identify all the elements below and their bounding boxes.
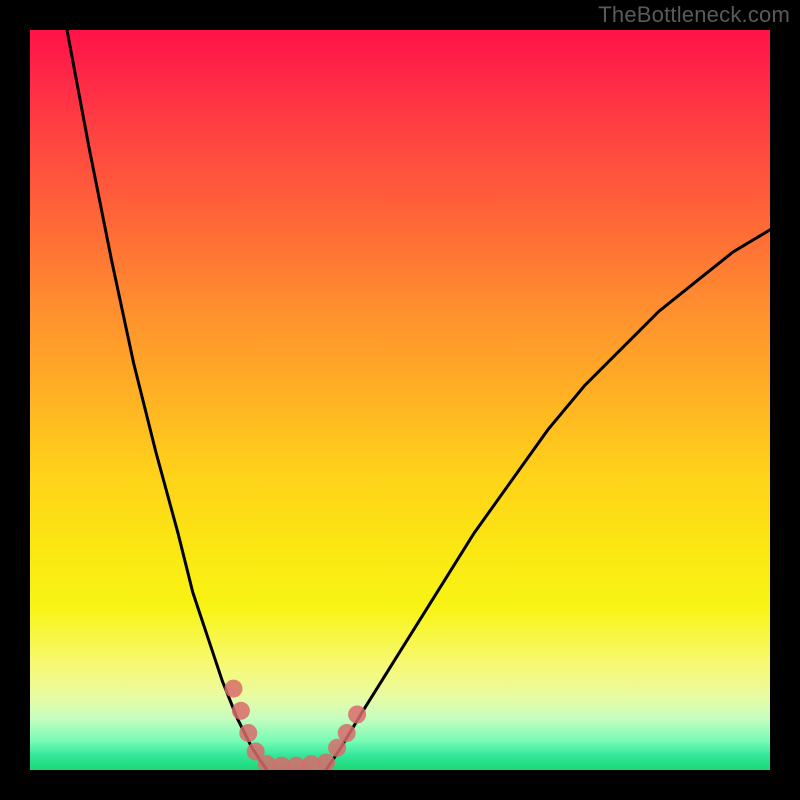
curve-right-limb [326, 230, 770, 770]
plot-area [30, 30, 770, 770]
curve-overlay [30, 30, 770, 770]
data-dots [225, 680, 367, 770]
chart-container: TheBottleneck.com [0, 0, 800, 800]
watermark-text: TheBottleneck.com [598, 2, 790, 28]
curve-left-limb [67, 30, 267, 770]
